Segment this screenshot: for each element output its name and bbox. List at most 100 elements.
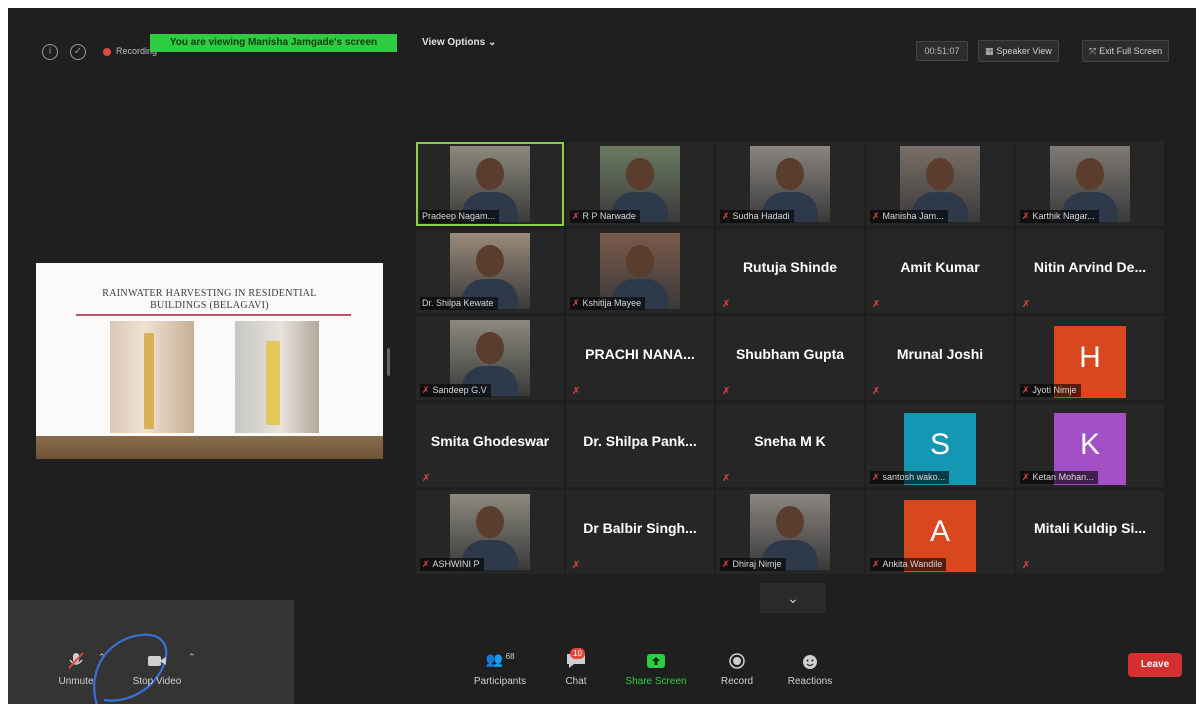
participant-face [1076, 158, 1104, 190]
participant-tile[interactable]: ✗ Sandeep G.V [416, 316, 564, 400]
slide-floor-strip [36, 436, 383, 459]
participant-name: Rutuja Shinde [742, 259, 838, 275]
record-label: Record [720, 676, 754, 687]
slide-title-line2: BUILDINGS (BELAGAVI) [150, 300, 269, 311]
participant-face [476, 332, 504, 364]
audio-options-caret-icon[interactable]: ⌃ [98, 652, 106, 663]
participant-tile[interactable]: ✗ Sudha Hadadi [716, 142, 864, 226]
viewing-screen-banner: You are viewing Manisha Jamgade's screen [150, 34, 397, 52]
participant-name-label: ✗ Kshitija Mayee [570, 297, 646, 310]
muted-microphone-icon: ✗ [422, 386, 430, 396]
participant-name: Ketan Mohan... [1032, 472, 1094, 482]
reactions-label: Reactions [787, 676, 833, 687]
participant-tile[interactable]: ✗ Manisha Jam... [866, 142, 1014, 226]
record-button[interactable]: Record [714, 652, 760, 687]
muted-microphone-icon: ✗ [1022, 299, 1031, 310]
participant-tile[interactable]: Nitin Arvind De... ✗ [1016, 229, 1164, 313]
participant-tile[interactable]: A ✗ Ankita Wandile [866, 490, 1014, 574]
participant-tile[interactable]: ✗ ASHWINI P [416, 490, 564, 574]
participant-tile[interactable]: Dr. Shilpa Pank... [566, 403, 714, 487]
participant-face [476, 506, 504, 538]
muted-microphone-icon: ✗ [722, 212, 730, 222]
participant-tile[interactable]: Dr Balbir Singh... ✗ [566, 490, 714, 574]
muted-microphone-icon: ✗ [572, 560, 581, 571]
participant-name: Mrunal Joshi [896, 346, 984, 362]
muted-microphone-icon: ✗ [872, 386, 881, 397]
participant-tile[interactable]: Amit Kumar ✗ [866, 229, 1014, 313]
participant-name: Sandeep G.V [432, 385, 487, 395]
participant-tile[interactable]: ✗ R P Narwade [566, 142, 714, 226]
slide-divider [76, 314, 351, 316]
participant-tile[interactable]: ✗ Karthik Nagar... [1016, 142, 1164, 226]
participant-tile[interactable]: PRACHI NANA... ✗ [566, 316, 714, 400]
participant-name: Nitin Arvind De... [1033, 259, 1147, 275]
participant-name: Dr Balbir Singh... [583, 520, 697, 536]
participant-name: santosh wako... [882, 472, 946, 482]
exit-full-screen-button[interactable]: ⤧ Exit Full Screen [1082, 40, 1170, 62]
slide-photo-left-pipe [144, 333, 154, 429]
info-icon[interactable]: i [42, 44, 58, 60]
participants-button[interactable]: 👥 68 Participants [464, 652, 536, 687]
participant-face [776, 158, 804, 190]
participant-tile[interactable]: H ✗ Jyoti Nimje [1016, 316, 1164, 400]
muted-microphone-icon: ✗ [722, 560, 730, 570]
participant-name: Kshitija Mayee [582, 298, 642, 308]
participant-name-label: ✗ Ketan Mohan... [1020, 471, 1098, 484]
muted-microphone-icon: ✗ [422, 473, 431, 484]
participant-name: ASHWINI P [432, 559, 480, 569]
share-screen-button[interactable]: Share Screen [618, 652, 694, 687]
leave-button[interactable]: Leave [1128, 653, 1182, 677]
participant-name-label: ✗ Sandeep G.V [420, 384, 491, 397]
chat-label: Chat [565, 676, 587, 687]
participant-tile[interactable]: ✗ Dhiraj Nimje [716, 490, 864, 574]
more-participants-button[interactable]: ⌄ [760, 583, 826, 613]
reactions-button[interactable]: Reactions [782, 652, 838, 687]
participant-tile[interactable]: Pradeep Nagam... [416, 142, 564, 226]
muted-microphone-icon: ✗ [722, 299, 731, 310]
participant-tile[interactable]: Smita Ghodeswar ✗ [416, 403, 564, 487]
chat-button[interactable]: 10 Chat [556, 648, 596, 687]
participant-face [626, 158, 654, 190]
participant-name-label: ✗ ASHWINI P [420, 558, 484, 571]
view-options-button[interactable]: View Options ⌄ [422, 37, 496, 48]
slide-photo-right-pipe [266, 341, 280, 425]
participant-name-label: ✗ Karthik Nagar... [1020, 210, 1099, 223]
muted-microphone-icon: ✗ [1022, 473, 1030, 483]
participants-icon-row: 👥 68 [464, 652, 536, 670]
chevron-down-icon: ⌄ [787, 591, 799, 607]
participant-tile[interactable]: S ✗ santosh wako... [866, 403, 1014, 487]
pane-resize-handle[interactable] [387, 348, 390, 376]
participant-name-label: ✗ Jyoti Nimje [1020, 384, 1081, 397]
muted-microphone-icon: ✗ [422, 560, 430, 570]
participant-name: PRACHI NANA... [585, 346, 695, 362]
participant-name-label: ✗ Sudha Hadadi [720, 210, 794, 223]
participant-tile[interactable]: K ✗ Ketan Mohan... [1016, 403, 1164, 487]
shared-screen[interactable]: RAINWATER HARVESTING IN RESIDENTIAL BUIL… [36, 263, 383, 459]
participant-name: Mitali Kuldip Si... [1034, 520, 1146, 536]
participant-face [926, 158, 954, 190]
exit-full-screen-icon: ⤧ [1089, 47, 1100, 57]
shield-icon[interactable]: ✓ [70, 44, 86, 60]
participant-tile[interactable]: ✗ Kshitija Mayee [566, 229, 714, 313]
participant-tile[interactable]: Dr. Shilpa Kewate [416, 229, 564, 313]
muted-microphone-icon: ✗ [1022, 386, 1030, 396]
participant-tile[interactable]: Sneha M K ✗ [716, 403, 864, 487]
participant-face [626, 245, 654, 277]
share-screen-icon [647, 654, 665, 668]
participants-icon: 👥 [485, 652, 503, 668]
unmute-button[interactable]: Unmute [48, 652, 104, 687]
participant-name-label: Dr. Shilpa Kewate [420, 297, 498, 310]
video-options-caret-icon[interactable]: ⌃ [188, 652, 196, 663]
participant-name-label: ✗ Ankita Wandile [870, 558, 947, 571]
participant-tile[interactable]: Shubham Gupta ✗ [716, 316, 864, 400]
participant-name: Ankita Wandile [882, 559, 943, 569]
record-icon [729, 653, 745, 669]
participant-tile[interactable]: Rutuja Shinde ✗ [716, 229, 864, 313]
participant-tile[interactable]: Mitali Kuldip Si... ✗ [1016, 490, 1164, 574]
meeting-timer: 00:51:07 [916, 41, 968, 61]
participant-tile[interactable]: Mrunal Joshi ✗ [866, 316, 1014, 400]
stop-video-button[interactable]: Stop Video [122, 652, 192, 687]
speaker-view-button[interactable]: ▦ Speaker View [978, 40, 1059, 62]
participant-name: Karthik Nagar... [1032, 211, 1095, 221]
meeting-window: i ✓ Recording You are viewing Manisha Ja… [8, 8, 1196, 704]
